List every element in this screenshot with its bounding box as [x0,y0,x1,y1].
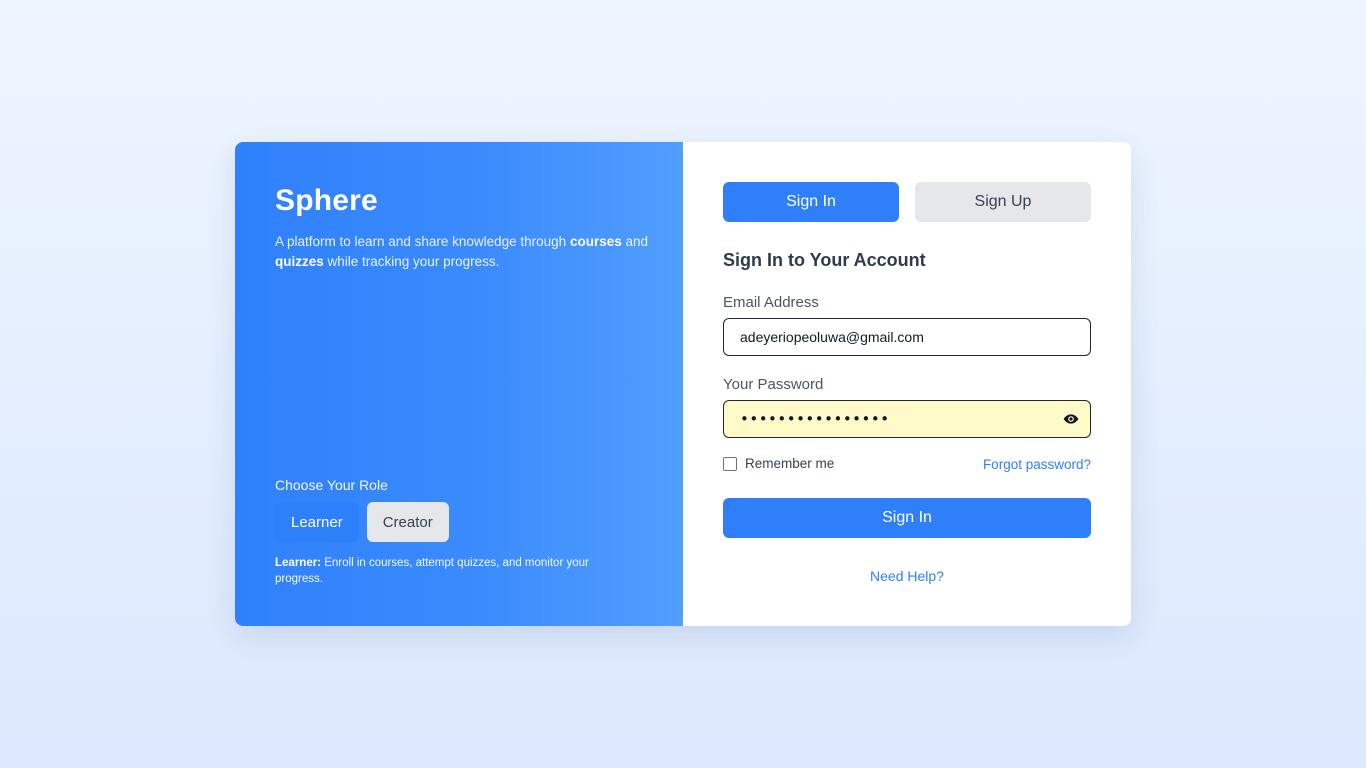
role-creator-button[interactable]: Creator [366,502,449,542]
brand-name: Sphere [275,184,378,217]
role-description-text: Enroll in courses, attempt quizzes, and … [275,557,589,585]
brand-panel: Sphere A platform to learn and share kno… [235,142,683,626]
form-title: Sign In to Your Account [723,250,926,270]
remember-label: Remember me [745,456,835,471]
tab-sign-in[interactable]: Sign In [723,182,899,222]
tagline-post: while tracking your progress. [323,254,500,269]
tagline-pre: A platform to learn and share knowledge … [275,234,570,249]
eye-icon[interactable] [1062,411,1080,427]
role-description-label: Learner: [275,557,322,569]
role-description: Learner: Enroll in courses, attempt quiz… [275,555,635,587]
need-help-link[interactable]: Need Help? [683,568,1131,584]
tab-sign-up[interactable]: Sign Up [915,182,1091,222]
email-value: adeyeriopeoluwa@gmail.com [740,329,924,345]
role-title: Choose Your Role [275,477,388,493]
form-panel: Sign In Sign Up Sign In to Your Account … [683,142,1131,626]
forgot-password-link[interactable]: Forgot password? [983,457,1091,472]
tagline-bold-courses: courses [569,234,622,249]
brand-tagline: A platform to learn and share knowledge … [275,232,655,272]
password-value: •••••••••••••••• [740,410,890,428]
role-learner-button[interactable]: Learner [275,502,359,542]
password-field[interactable]: •••••••••••••••• [723,400,1091,438]
tagline-mid: and [621,234,648,249]
tagline-bold-quizzes: quizzes [275,254,324,269]
role-selector: Learner Creator [275,502,449,542]
password-label: Your Password [723,376,824,393]
auth-tabs: Sign In Sign Up [723,182,1091,222]
remember-me[interactable]: Remember me [723,456,834,471]
email-field[interactable]: adeyeriopeoluwa@gmail.com [723,318,1091,356]
sign-in-button[interactable]: Sign In [723,498,1091,538]
remember-checkbox[interactable] [723,456,737,471]
email-label: Email Address [723,294,819,311]
auth-card: Sphere A platform to learn and share kno… [235,142,1131,626]
